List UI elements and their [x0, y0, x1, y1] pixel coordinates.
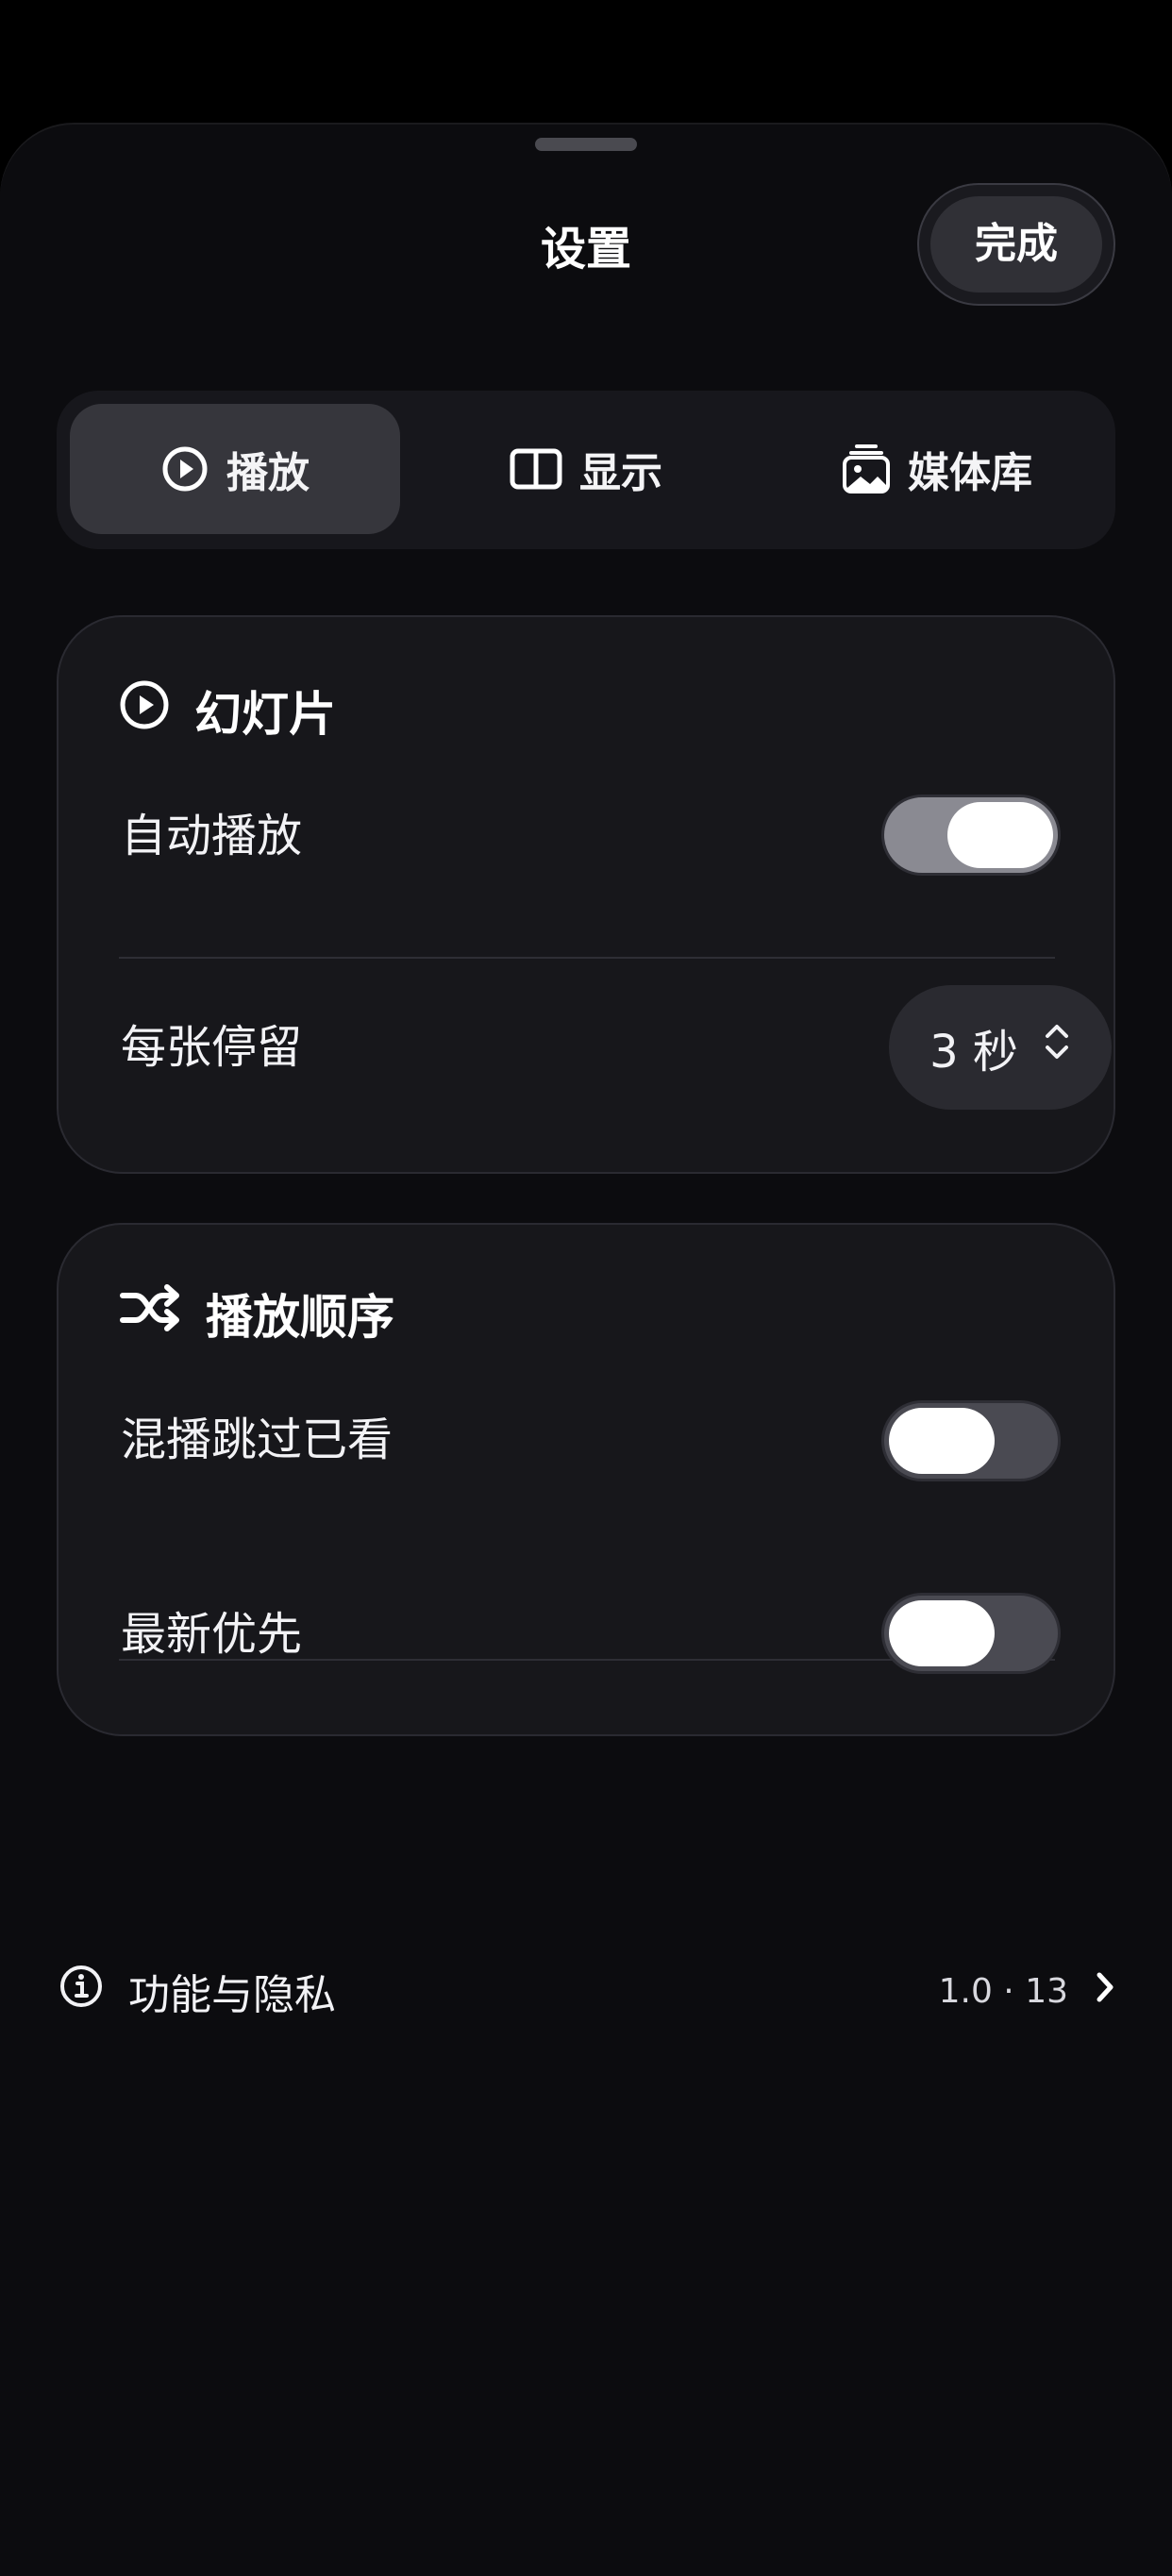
section-title-text: 播放顺序 — [206, 1290, 394, 1345]
toggle-knob — [889, 1408, 995, 1474]
footer-left: 功能与隐私 — [59, 1953, 336, 2029]
features-privacy-row[interactable]: 功能与隐私 1.0 · 13 — [57, 1953, 1115, 2029]
autoplay-toggle[interactable] — [881, 795, 1061, 876]
footer-label: 功能与隐私 — [128, 1971, 336, 2019]
toggle-knob — [947, 802, 1053, 868]
chevron-up-down-icon — [1043, 1021, 1071, 1074]
skip-seen-label: 混播跳过已看 — [121, 1413, 393, 1466]
newest-first-toggle[interactable] — [881, 1593, 1061, 1674]
info-icon — [59, 1964, 104, 2019]
tab-playback[interactable]: 播放 — [70, 404, 400, 534]
toggle-knob — [889, 1600, 995, 1666]
split-view-icon — [510, 447, 562, 491]
done-button[interactable]: 完成 — [930, 196, 1102, 293]
play-circle-icon — [119, 679, 170, 742]
done-button-frame: 完成 — [917, 183, 1115, 306]
settings-sheet: 设置 完成 播放 显示 媒体库 幻灯片 自动播放 每张停留 3 秒 播放顺序 混… — [0, 123, 1172, 2576]
autoplay-label: 自动播放 — [121, 810, 303, 862]
divider — [119, 957, 1055, 959]
duration-label: 每张停留 — [121, 1021, 303, 1074]
newest-first-label: 最新优先 — [121, 1608, 303, 1661]
section-title-text: 幻灯片 — [194, 687, 336, 742]
duration-picker[interactable]: 3 秒 — [889, 985, 1112, 1110]
skip-seen-toggle[interactable] — [881, 1400, 1061, 1481]
version-text: 1.0 · 13 — [938, 1971, 1068, 2011]
shuffle-icon — [119, 1282, 181, 1345]
tab-label: 播放 — [226, 449, 310, 497]
footer-right: 1.0 · 13 — [939, 1953, 1115, 2029]
tab-display[interactable]: 显示 — [421, 404, 751, 534]
photo-stack-icon — [842, 443, 891, 495]
tab-label: 媒体库 — [908, 449, 1032, 497]
play-circle-icon — [160, 444, 209, 493]
tab-library[interactable]: 媒体库 — [772, 404, 1102, 534]
slideshow-card: 幻灯片 自动播放 每张停留 3 秒 — [57, 615, 1115, 1174]
chevron-right-icon — [1095, 1970, 1115, 2013]
settings-tabs: 播放 显示 媒体库 — [57, 391, 1115, 549]
sheet-grabber[interactable] — [535, 138, 637, 151]
play-order-section-title: 播放顺序 — [119, 1280, 394, 1347]
duration-value: 3 秒 — [929, 1026, 1018, 1079]
play-order-card: 播放顺序 混播跳过已看 最新优先 — [57, 1223, 1115, 1736]
slideshow-section-title: 幻灯片 — [119, 677, 336, 744]
tab-label: 显示 — [579, 449, 662, 497]
